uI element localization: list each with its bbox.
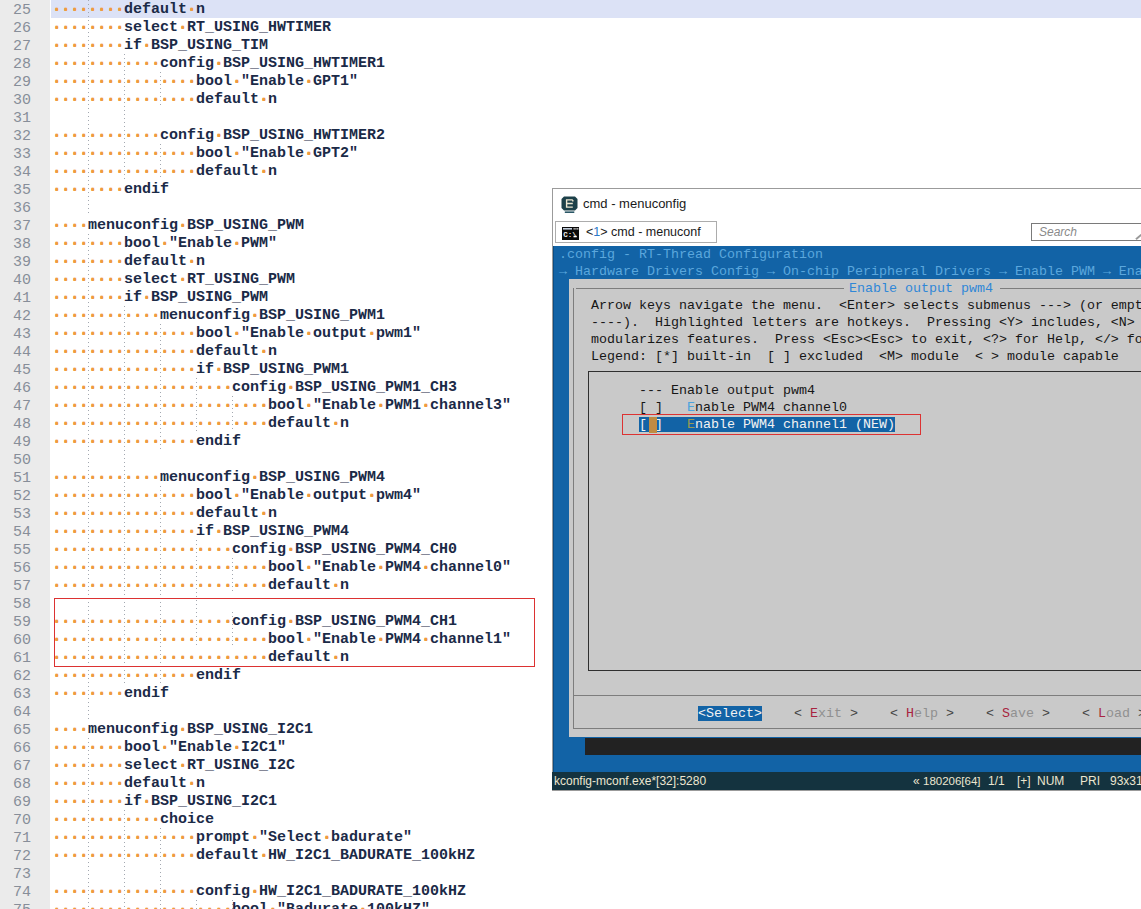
- svg-text:C:\: C:\: [563, 231, 577, 239]
